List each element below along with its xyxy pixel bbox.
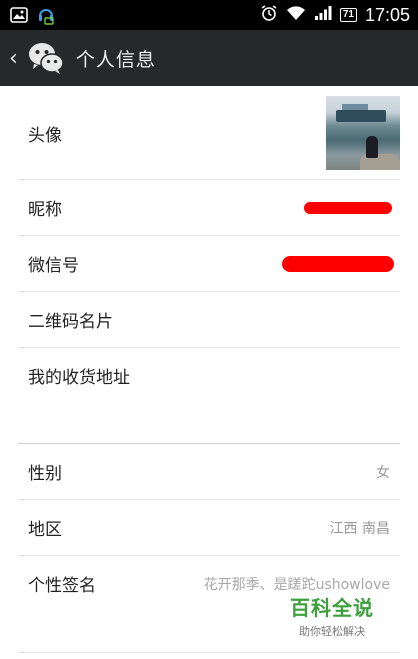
wechat-id-row[interactable]: 微信号 (18, 236, 400, 291)
status-bar: 71 17:05 (0, 0, 418, 30)
avatar-row[interactable]: 头像 (18, 86, 400, 180)
divider (18, 652, 400, 653)
watermark: 百科全说 助你轻松解决 (290, 592, 374, 639)
headset-icon (36, 5, 56, 29)
clock-time: 17:05 (364, 4, 410, 25)
address-label: 我的收货地址 (28, 368, 130, 388)
avatar (326, 96, 400, 170)
signal-icon (314, 5, 332, 25)
watermark-subtitle: 助你轻松解决 (299, 625, 365, 638)
page-title: 个人信息 (75, 48, 156, 71)
watermark-title: 百科全说 (290, 596, 374, 620)
app-header: ‹ 个人信息 (0, 30, 418, 86)
qr-code-label: 二维码名片 (28, 312, 113, 332)
region-label: 地区 (28, 520, 62, 540)
signature-label: 个性签名 (28, 576, 96, 596)
image-icon (10, 7, 28, 27)
back-button[interactable]: ‹ (9, 46, 18, 71)
gender-row[interactable]: 性别 女 (18, 444, 400, 499)
gender-label: 性别 (28, 464, 62, 484)
region-row[interactable]: 地区 江西 南昌 (18, 500, 400, 555)
alarm-icon (260, 4, 278, 26)
redacted-wechat-id (282, 255, 394, 272)
avatar-label: 头像 (28, 125, 62, 146)
signature-value: 花开那季、是蹉跎ushowlove (203, 576, 390, 593)
gender-value: 女 (376, 464, 390, 481)
region-value: 江西 南昌 (329, 520, 390, 537)
qr-code-row[interactable]: 二维码名片 (18, 292, 400, 347)
wifi-icon (286, 5, 306, 25)
wechat-id-label: 微信号 (28, 256, 79, 276)
battery-icon: 71 (339, 8, 357, 22)
wechat-icon (26, 38, 66, 78)
redacted-nickname (304, 201, 392, 214)
nickname-row[interactable]: 昵称 (18, 180, 400, 235)
nickname-label: 昵称 (28, 200, 62, 220)
address-row[interactable]: 我的收货地址 (18, 348, 400, 403)
